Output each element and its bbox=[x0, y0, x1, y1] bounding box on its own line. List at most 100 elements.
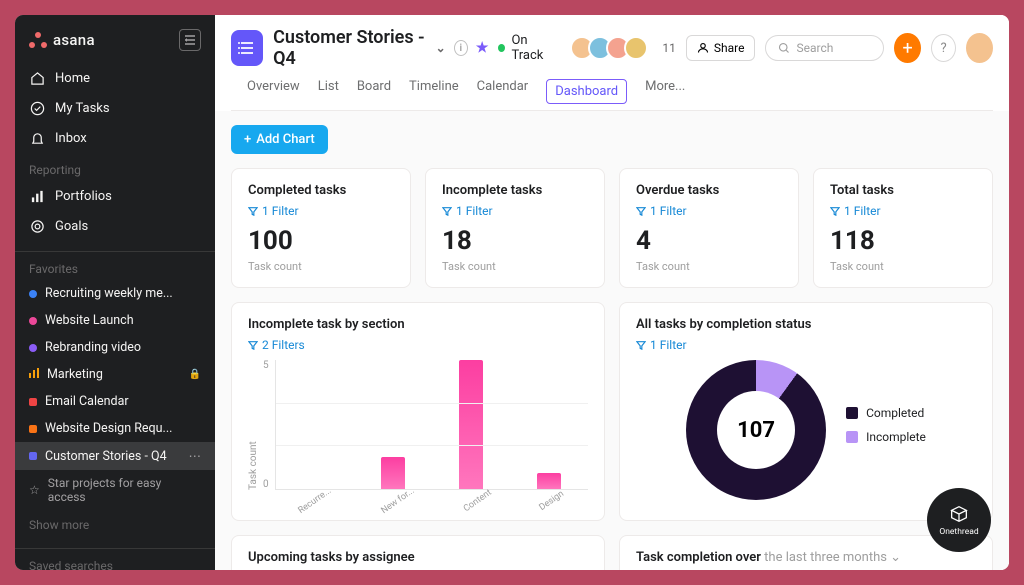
help-button[interactable]: ? bbox=[931, 34, 956, 62]
favorite-item[interactable]: Email Calendar bbox=[15, 388, 215, 415]
project-status[interactable]: On Track bbox=[498, 33, 556, 63]
bar bbox=[459, 360, 483, 489]
add-chart-button[interactable]: + Add Chart bbox=[231, 125, 328, 154]
filter-link[interactable]: 1 Filter bbox=[248, 204, 394, 218]
tab-more[interactable]: More... bbox=[645, 79, 685, 110]
search-input[interactable]: Search bbox=[765, 35, 884, 61]
tab-board[interactable]: Board bbox=[357, 79, 391, 110]
plus-icon: + bbox=[244, 132, 251, 147]
y-axis-ticks: 50 bbox=[263, 360, 275, 490]
stat-title: Completed tasks bbox=[248, 183, 394, 198]
search-icon bbox=[778, 42, 790, 54]
bar-chart-card[interactable]: Incomplete task by section 2 Filters Tas… bbox=[231, 302, 605, 521]
status-dot-icon bbox=[498, 44, 505, 52]
nav-inbox[interactable]: Inbox bbox=[15, 123, 215, 153]
tab-calendar[interactable]: Calendar bbox=[477, 79, 529, 110]
favorite-item[interactable]: Recruiting weekly me... bbox=[15, 280, 215, 307]
stat-card[interactable]: Incomplete tasks 1 Filter 18 Task count bbox=[425, 168, 605, 288]
filter-icon bbox=[636, 340, 646, 350]
favorite-item[interactable]: Website Launch bbox=[15, 307, 215, 334]
tab-list[interactable]: List bbox=[318, 79, 339, 110]
nav-home[interactable]: Home bbox=[15, 63, 215, 93]
chevron-down-icon[interactable]: ⌄ bbox=[436, 41, 446, 55]
filter-link[interactable]: 2 Filters bbox=[248, 338, 588, 352]
donut-legend: CompletedIncomplete bbox=[846, 406, 926, 454]
x-tick-label: New for... bbox=[380, 486, 417, 516]
stat-title: Overdue tasks bbox=[636, 183, 782, 198]
star-hint: ☆ Star projects for easy access bbox=[15, 470, 215, 510]
donut-chart-card[interactable]: All tasks by completion status 1 Filter … bbox=[619, 302, 993, 521]
nav-my-tasks[interactable]: My Tasks bbox=[15, 93, 215, 123]
legend-item: Completed bbox=[846, 406, 926, 420]
favorite-label: Rebranding video bbox=[45, 340, 201, 355]
show-more[interactable]: Show more bbox=[15, 510, 215, 540]
filter-link[interactable]: 1 Filter bbox=[636, 204, 782, 218]
stat-card[interactable]: Completed tasks1 Filter100Task count bbox=[231, 168, 411, 288]
project-color-icon bbox=[29, 344, 37, 352]
asana-logo-icon bbox=[29, 32, 47, 48]
project-color-icon bbox=[29, 398, 37, 406]
favorite-label: Website Design Requ... bbox=[45, 421, 201, 436]
tab-overview[interactable]: Overview bbox=[247, 79, 300, 110]
watermark-badge: Onethread bbox=[927, 488, 991, 552]
x-tick-label: Design bbox=[538, 489, 566, 513]
tab-dashboard[interactable]: Dashboard bbox=[546, 79, 627, 104]
user-avatar[interactable] bbox=[966, 33, 993, 63]
bars-area bbox=[275, 360, 588, 490]
project-color-icon bbox=[29, 425, 37, 433]
bars-icon bbox=[29, 188, 45, 204]
target-icon bbox=[29, 218, 45, 234]
info-icon[interactable]: i bbox=[454, 40, 468, 56]
brand-logo[interactable]: asana bbox=[29, 31, 95, 49]
stat-title: Incomplete tasks bbox=[442, 183, 588, 198]
share-button[interactable]: Share bbox=[686, 35, 756, 61]
stat-value: 18 bbox=[442, 226, 588, 256]
favorite-item[interactable]: Customer Stories - Q4 ⋯ bbox=[15, 442, 215, 470]
lock-icon: 🔒 bbox=[189, 369, 201, 380]
favorite-item[interactable]: Website Design Requ... bbox=[15, 415, 215, 442]
x-tick-label: Content bbox=[462, 488, 494, 514]
section-saved: Saved searches bbox=[15, 549, 215, 570]
project-color-icon bbox=[29, 290, 37, 298]
nav-label: Home bbox=[55, 71, 90, 86]
person-icon bbox=[697, 42, 709, 54]
member-count: 11 bbox=[662, 41, 676, 55]
project-icon[interactable] bbox=[231, 30, 263, 66]
filter-link[interactable]: 1 Filter bbox=[830, 204, 976, 218]
sidebar-header: asana bbox=[15, 15, 215, 63]
member-avatars[interactable] bbox=[576, 36, 648, 60]
upcoming-chart-card[interactable]: Upcoming tasks by assignee 2 Filters bbox=[231, 535, 605, 570]
project-title[interactable]: Customer Stories - Q4 ⌄ i ★ bbox=[273, 27, 488, 69]
favorite-item[interactable]: Marketing🔒 bbox=[15, 361, 215, 388]
star-icon[interactable]: ★ bbox=[476, 40, 489, 56]
more-icon[interactable]: ⋯ bbox=[189, 448, 202, 464]
topbar: Customer Stories - Q4 ⌄ i ★ On Track 11 … bbox=[215, 15, 1009, 111]
x-axis-labels: Recurre...New for...ContentDesign bbox=[248, 496, 588, 506]
period-selector[interactable]: the last three months ⌄ bbox=[764, 550, 901, 565]
chart-title: Incomplete task by section bbox=[248, 317, 588, 332]
favorite-label: Recruiting weekly me... bbox=[45, 286, 201, 301]
stat-card[interactable]: Overdue tasks1 Filter4Task count bbox=[619, 168, 799, 288]
tab-timeline[interactable]: Timeline bbox=[409, 79, 459, 110]
nav-portfolios[interactable]: Portfolios bbox=[15, 181, 215, 211]
stat-value: 118 bbox=[830, 226, 976, 256]
section-reporting: Reporting bbox=[15, 153, 215, 181]
global-add-button[interactable]: + bbox=[894, 33, 921, 63]
donut-center-value: 107 bbox=[737, 418, 775, 443]
home-icon bbox=[29, 70, 45, 86]
project-tabs: Overview List Board Timeline Calendar Dashboa… bbox=[231, 69, 993, 111]
favorite-label: Customer Stories - Q4 bbox=[45, 449, 181, 464]
filter-link[interactable]: 1 Filter bbox=[636, 338, 976, 352]
app-frame: asana Home My Tasks Inbox Reporting Port… bbox=[15, 15, 1009, 570]
stat-card[interactable]: Total tasks1 Filter118Task count bbox=[813, 168, 993, 288]
nav-label: My Tasks bbox=[55, 101, 110, 116]
favorite-item[interactable]: Rebranding video bbox=[15, 334, 215, 361]
member-avatar[interactable] bbox=[624, 36, 648, 60]
x-tick-label: Recurre... bbox=[297, 486, 334, 516]
collapse-sidebar-icon[interactable] bbox=[179, 29, 201, 51]
filter-icon bbox=[248, 340, 258, 350]
filter-link[interactable]: 1 Filter bbox=[442, 204, 588, 218]
stat-subtext: Task count bbox=[442, 260, 588, 273]
check-circle-icon bbox=[29, 100, 45, 116]
nav-goals[interactable]: Goals bbox=[15, 211, 215, 241]
